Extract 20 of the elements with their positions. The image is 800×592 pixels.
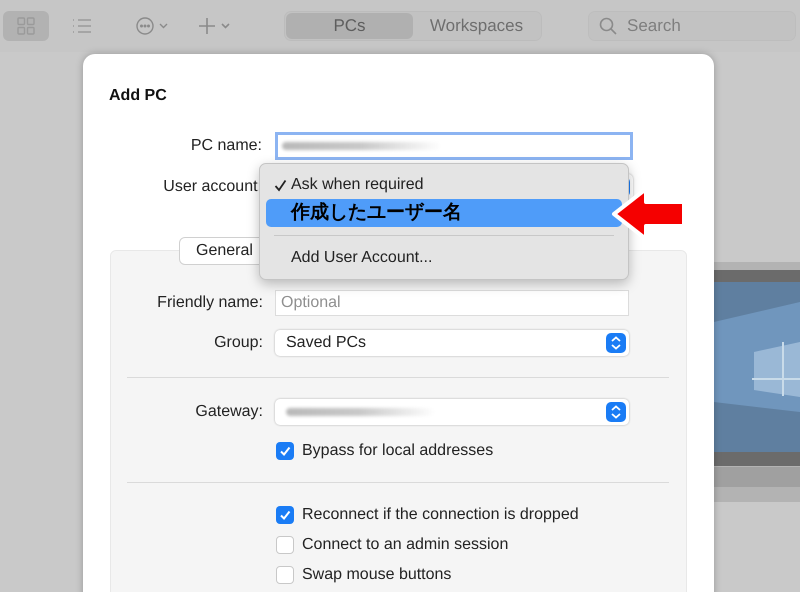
menu-item-label: Ask when required xyxy=(291,175,424,195)
menu-item[interactable]: 作成したユーザー名 xyxy=(266,199,622,227)
popup-value: Saved PCs xyxy=(286,333,366,353)
field-label: User account: xyxy=(162,177,263,197)
menu-item-label: 作成したユーザー名 xyxy=(291,200,462,225)
checkbox-label: Bypass for local addresses xyxy=(302,441,494,461)
dialog-title: Add PC xyxy=(109,86,168,106)
checkbox-label: Reconnect if the connection is dropped xyxy=(302,505,579,525)
search-field[interactable]: Search xyxy=(588,11,796,41)
field-label: Friendly name: xyxy=(156,293,264,313)
field-label: Gateway: xyxy=(194,402,264,422)
menu-item[interactable]: Ask when required xyxy=(266,171,622,199)
checkbox-label: Connect to an admin session xyxy=(302,535,508,555)
checkbox-label: Swap mouse buttons xyxy=(302,565,452,585)
friendly-name-field[interactable]: Optional xyxy=(275,290,629,316)
search-input[interactable]: Search xyxy=(627,13,767,39)
field-label: PC name: xyxy=(190,136,263,156)
field-label: Group: xyxy=(213,333,264,353)
menu-item-label: Add User Account... xyxy=(291,248,432,268)
group-popup[interactable]: Saved PCs xyxy=(275,330,629,356)
